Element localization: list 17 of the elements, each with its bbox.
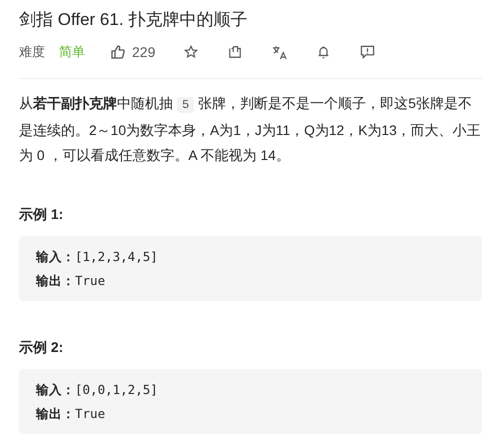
share-icon[interactable] [228, 44, 242, 58]
feedback-icon[interactable] [360, 44, 375, 58]
example-heading: 示例 2: [19, 338, 64, 357]
code-line: 输入：[0,0,1,2,5] [36, 381, 159, 399]
example-heading: 示例 1: [19, 205, 64, 224]
problem-description: 从若干副扑克牌中随机抽 5 张牌，判断是不是一个顺子，即这5张牌是不是连续的。2～10为数字本身，A为1，J为11，Q为12，K为13，而大、小王为 0 ，可以看成任意数字。A 不能视为 14。 [19, 95, 482, 165]
code-line: 输出：True [36, 405, 106, 423]
problem-title: 剑指 Offer 61. 扑克牌中的顺子 [19, 9, 248, 31]
difficulty-value: 简单 [59, 43, 85, 61]
star-icon[interactable] [184, 44, 198, 58]
bell-icon[interactable] [316, 44, 330, 58]
thumbs-up-icon [110, 44, 126, 60]
like-button[interactable]: 229 [110, 44, 156, 60]
translate-icon[interactable] [272, 44, 287, 60]
difficulty-label: 难度 [19, 43, 45, 61]
code-line: 输出：True [36, 272, 106, 290]
code-line: 输入：[1,2,3,4,5] [36, 248, 159, 266]
